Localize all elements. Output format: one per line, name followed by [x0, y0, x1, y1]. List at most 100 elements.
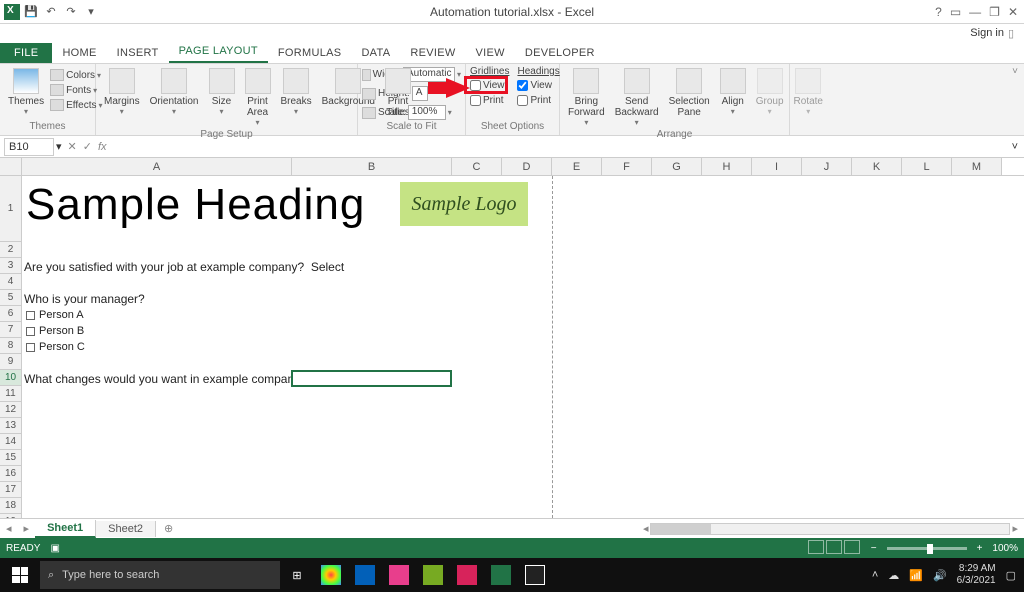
qat-more-icon[interactable]: ▾ — [82, 3, 100, 21]
col-header-J[interactable]: J — [802, 158, 852, 175]
col-header-A[interactable]: A — [22, 158, 292, 175]
close-icon[interactable]: ✕ — [1008, 5, 1018, 19]
tray-chevron-icon[interactable]: ˄ — [872, 569, 878, 581]
select-all-corner[interactable] — [0, 158, 22, 175]
row-header-19[interactable]: 19 — [0, 514, 21, 518]
row-header-1[interactable]: 1 — [0, 176, 21, 242]
tab-developer[interactable]: DEVELOPER — [515, 43, 605, 63]
group-button[interactable]: Group▾ — [752, 66, 788, 118]
expand-formula-icon[interactable]: ˅ — [1012, 141, 1018, 153]
row-header-3[interactable]: 3 — [0, 258, 21, 274]
orientation-button[interactable]: Orientation▾ — [146, 66, 203, 118]
tab-formulas[interactable]: FORMULAS — [268, 43, 352, 63]
rotate-button[interactable]: Rotate▾ — [790, 66, 827, 118]
ribbon-display-icon[interactable]: ▭ — [950, 5, 961, 19]
checkbox-person-b[interactable]: Person B — [26, 325, 84, 337]
size-button[interactable]: Size▾ — [205, 66, 239, 118]
col-header-B[interactable]: B — [292, 158, 452, 175]
sheet-nav-prev-icon[interactable]: ◂ — [0, 522, 18, 535]
namebox-dropdown-icon[interactable]: ▾ — [56, 140, 62, 153]
row-header-12[interactable]: 12 — [0, 402, 21, 418]
breaks-button[interactable]: Breaks▾ — [277, 66, 316, 118]
view-buttons[interactable] — [807, 540, 861, 557]
row-header-7[interactable]: 7 — [0, 322, 21, 338]
row-header-15[interactable]: 15 — [0, 450, 21, 466]
col-header-C[interactable]: C — [452, 158, 502, 175]
row-header-2[interactable]: 2 — [0, 242, 21, 258]
horizontal-scrollbar[interactable]: ◂ ▸ — [181, 522, 1024, 535]
align-button[interactable]: Align▾ — [716, 66, 750, 118]
themes-button[interactable]: Themes ▾ — [4, 66, 48, 118]
zoom-slider[interactable] — [887, 547, 967, 550]
checkbox-person-c[interactable]: Person C — [26, 341, 85, 353]
fx-icon[interactable]: fx — [98, 141, 107, 153]
col-header-I[interactable]: I — [752, 158, 802, 175]
headings-print-checkbox[interactable]: Print — [517, 95, 559, 106]
zoom-out-icon[interactable]: − — [871, 543, 877, 554]
cancel-formula-icon[interactable]: ✕ — [68, 140, 77, 153]
col-header-L[interactable]: L — [902, 158, 952, 175]
sheet-tab-2[interactable]: Sheet2 — [96, 521, 156, 537]
tray-volume-icon[interactable]: 🔊 — [933, 569, 947, 582]
collapse-ribbon-icon[interactable]: ˅ — [1012, 66, 1018, 77]
zoom-in-icon[interactable]: + — [977, 543, 983, 554]
scale-input[interactable]: 100% — [408, 105, 446, 120]
sheet-tab-1[interactable]: Sheet1 — [35, 520, 96, 538]
tray-network-icon[interactable]: 📶 — [909, 569, 923, 582]
send-backward-button[interactable]: Send Backward▾ — [611, 66, 663, 129]
tab-insert[interactable]: INSERT — [107, 43, 169, 63]
row-header-8[interactable]: 8 — [0, 338, 21, 354]
selected-cell[interactable] — [291, 370, 452, 387]
row-header-18[interactable]: 18 — [0, 498, 21, 514]
print-area-button[interactable]: Print Area▾ — [241, 66, 275, 129]
row-header-14[interactable]: 14 — [0, 434, 21, 450]
cells-area[interactable]: Sample Heading Sample Logo Are you satis… — [22, 176, 1024, 518]
selection-pane-button[interactable]: Selection Pane — [665, 66, 714, 120]
system-tray[interactable]: ˄ ☁ 📶 🔊 8:29 AM 6/3/2021 ▢ — [872, 563, 1024, 587]
tab-data[interactable]: DATA — [351, 43, 400, 63]
col-header-G[interactable]: G — [652, 158, 702, 175]
redo-icon[interactable]: ↷ — [62, 3, 80, 21]
taskbar-app-2[interactable] — [352, 562, 378, 588]
minimize-icon[interactable]: — — [969, 5, 981, 19]
account-icon[interactable]: ▯ — [1008, 27, 1014, 40]
undo-icon[interactable]: ↶ — [42, 3, 60, 21]
col-header-H[interactable]: H — [702, 158, 752, 175]
name-box[interactable]: B10 — [4, 138, 54, 156]
row-header-13[interactable]: 13 — [0, 418, 21, 434]
taskbar-app-6[interactable] — [522, 562, 548, 588]
tab-view[interactable]: VIEW — [466, 43, 515, 63]
tab-file[interactable]: FILE — [0, 43, 52, 63]
row-header-4[interactable]: 4 — [0, 274, 21, 290]
gridlines-print-checkbox[interactable]: Print — [470, 95, 509, 106]
col-header-F[interactable]: F — [602, 158, 652, 175]
row-header-16[interactable]: 16 — [0, 466, 21, 482]
tray-cloud-icon[interactable]: ☁ — [888, 569, 899, 582]
col-header-E[interactable]: E — [552, 158, 602, 175]
tab-review[interactable]: REVIEW — [400, 43, 465, 63]
tab-page-layout[interactable]: PAGE LAYOUT — [169, 41, 268, 63]
row-header-11[interactable]: 11 — [0, 386, 21, 402]
signin-link[interactable]: Sign in — [970, 27, 1004, 39]
spreadsheet-grid[interactable]: ABCDEFGHIJKLM 12345678910111213141516171… — [0, 158, 1024, 518]
task-view-icon[interactable]: ⊞ — [284, 562, 310, 588]
notifications-icon[interactable]: ▢ — [1006, 569, 1016, 582]
col-header-M[interactable]: M — [952, 158, 1002, 175]
taskbar-app-4[interactable] — [420, 562, 446, 588]
taskbar-clock[interactable]: 8:29 AM 6/3/2021 — [957, 563, 996, 587]
zoom-level[interactable]: 100% — [992, 543, 1018, 554]
col-header-K[interactable]: K — [852, 158, 902, 175]
col-header-D[interactable]: D — [502, 158, 552, 175]
margins-button[interactable]: Margins▾ — [100, 66, 144, 118]
taskbar-app-1[interactable] — [318, 562, 344, 588]
taskbar-excel[interactable] — [488, 562, 514, 588]
tab-home[interactable]: HOME — [52, 43, 106, 63]
save-icon[interactable]: 💾 — [22, 3, 40, 21]
row-header-6[interactable]: 6 — [0, 306, 21, 322]
macro-record-icon[interactable]: ▣ — [50, 543, 59, 554]
row-header-5[interactable]: 5 — [0, 290, 21, 306]
effects-button[interactable]: Effects▾ — [50, 99, 102, 111]
enter-formula-icon[interactable]: ✓ — [83, 140, 92, 153]
taskbar-search[interactable]: ⌕ Type here to search — [40, 561, 280, 589]
start-button[interactable] — [0, 558, 40, 592]
